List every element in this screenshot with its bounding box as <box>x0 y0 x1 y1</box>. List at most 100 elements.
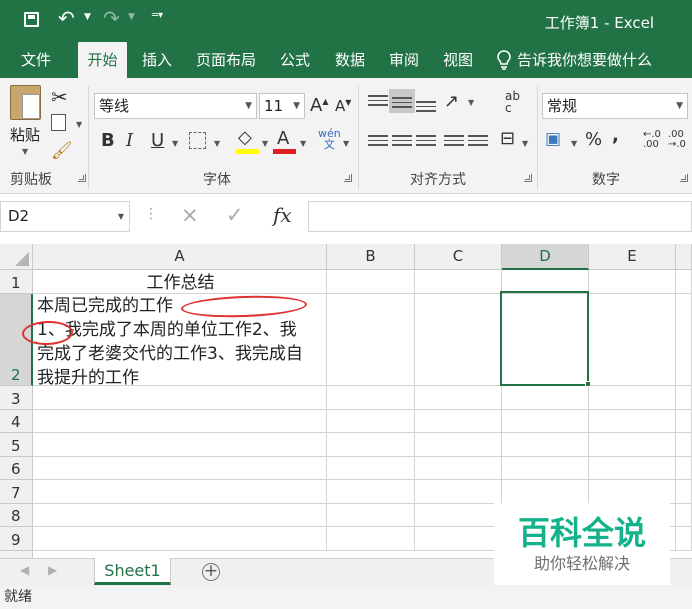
cell-b9[interactable] <box>327 527 415 551</box>
customize-quick-access-icon[interactable]: ═▾ <box>152 10 163 21</box>
underline-button[interactable]: U <box>151 130 164 151</box>
bold-button[interactable]: B <box>101 130 115 151</box>
paste-dropdown-icon[interactable]: ▼ <box>22 147 28 156</box>
cut-icon[interactable]: ✂ <box>51 85 68 109</box>
font-dialog-launcher-icon[interactable] <box>344 174 352 182</box>
cell-d5[interactable] <box>502 433 589 457</box>
cell-b1[interactable] <box>327 270 415 294</box>
decrease-indent-icon[interactable] <box>444 132 464 150</box>
formula-bar-handle-icon[interactable]: ⋮ <box>144 206 158 222</box>
fill-color-dropdown-icon[interactable]: ▼ <box>262 139 268 148</box>
row-header-8[interactable]: 8 <box>0 504 33 527</box>
cell-b7[interactable] <box>327 480 415 504</box>
decrease-font-size-icon[interactable]: A▼ <box>335 97 351 115</box>
cell-c9[interactable] <box>415 527 502 551</box>
cell-e7[interactable] <box>589 480 676 504</box>
redo-dropdown-icon[interactable]: ▼ <box>128 12 135 22</box>
cell-a4[interactable] <box>33 410 327 433</box>
save-icon[interactable] <box>24 12 39 27</box>
cell-f1[interactable] <box>676 270 692 294</box>
tab-formulas[interactable]: 公式 <box>275 42 315 78</box>
column-header-e[interactable]: E <box>589 244 676 270</box>
cell-f9[interactable] <box>676 527 692 551</box>
comma-style-button[interactable]: , <box>612 125 619 146</box>
sheet-tab-sheet1[interactable]: Sheet1 <box>94 558 171 585</box>
cell-e3[interactable] <box>589 386 676 410</box>
tab-data[interactable]: 数据 <box>330 42 370 78</box>
undo-icon[interactable]: ↶ <box>58 6 75 30</box>
cell-c2[interactable] <box>415 294 502 386</box>
decrease-decimal-icon[interactable]: .00 →.0 <box>668 130 686 150</box>
cell-a5[interactable] <box>33 433 327 457</box>
font-color-dropdown-icon[interactable]: ▼ <box>300 139 306 148</box>
cell-b6[interactable] <box>327 457 415 480</box>
undo-dropdown-icon[interactable]: ▼ <box>84 12 91 22</box>
cell-f7[interactable] <box>676 480 692 504</box>
row-header-4[interactable]: 4 <box>0 410 33 433</box>
tab-home[interactable]: 开始 <box>78 42 127 78</box>
cell-f8[interactable] <box>676 504 692 527</box>
cell-d7[interactable] <box>502 480 589 504</box>
cell-f3[interactable] <box>676 386 692 410</box>
fill-color-icon[interactable]: ◇ <box>238 127 252 148</box>
increase-indent-icon[interactable] <box>468 132 488 150</box>
row-header-10[interactable] <box>0 551 33 558</box>
align-left-icon[interactable] <box>368 132 388 150</box>
copy-dropdown-icon[interactable]: ▼ <box>76 120 82 129</box>
increase-decimal-icon[interactable]: ←.0 .00 <box>643 130 661 150</box>
paste-icon[interactable] <box>10 85 41 120</box>
merge-dropdown-icon[interactable]: ▼ <box>522 139 528 148</box>
paste-button-label[interactable]: 粘贴 <box>10 124 40 145</box>
cancel-entry-icon[interactable]: × <box>181 203 199 227</box>
select-all-corner[interactable] <box>0 244 33 270</box>
row-header-9[interactable]: 9 <box>0 527 33 551</box>
orientation-dropdown-icon[interactable]: ▼ <box>468 98 474 107</box>
currency-icon[interactable]: ▣ <box>545 129 561 149</box>
column-header-b[interactable]: B <box>327 244 415 270</box>
lightbulb-icon[interactable] <box>497 50 511 70</box>
row-header-7[interactable]: 7 <box>0 480 33 504</box>
cell-e6[interactable] <box>589 457 676 480</box>
cell-e1[interactable] <box>589 270 676 294</box>
middle-align-icon[interactable] <box>392 94 412 112</box>
tab-view[interactable]: 视图 <box>438 42 478 78</box>
column-header-a[interactable]: A <box>33 244 327 270</box>
number-dialog-launcher-icon[interactable] <box>680 174 688 182</box>
percent-style-button[interactable]: % <box>585 129 602 150</box>
cell-f2[interactable] <box>676 294 692 386</box>
copy-icon[interactable] <box>51 114 66 131</box>
column-header-d[interactable]: D <box>502 244 589 270</box>
bottom-align-icon[interactable] <box>416 98 436 116</box>
currency-dropdown-icon[interactable]: ▼ <box>571 139 577 148</box>
borders-dropdown-icon[interactable]: ▼ <box>214 139 220 148</box>
underline-dropdown-icon[interactable]: ▼ <box>172 139 178 148</box>
cell-c6[interactable] <box>415 457 502 480</box>
font-size-select[interactable]: 11 ▼ <box>259 93 305 119</box>
borders-icon[interactable] <box>189 132 206 149</box>
cell-b5[interactable] <box>327 433 415 457</box>
row-header-6[interactable]: 6 <box>0 457 33 480</box>
cell-d1[interactable] <box>502 270 589 294</box>
cell-b2[interactable] <box>327 294 415 386</box>
orientation-icon[interactable]: ↗ <box>444 91 459 112</box>
tab-page-layout[interactable]: 页面布局 <box>194 42 258 78</box>
cell-d4[interactable] <box>502 410 589 433</box>
align-center-icon[interactable] <box>392 132 412 150</box>
row-header-1[interactable]: 1 <box>0 270 33 294</box>
cell-c8[interactable] <box>415 504 502 527</box>
cell-a9[interactable] <box>33 527 327 551</box>
top-align-icon[interactable] <box>368 92 388 110</box>
cell-e4[interactable] <box>589 410 676 433</box>
italic-button[interactable]: I <box>126 130 133 151</box>
fill-handle[interactable] <box>585 381 591 387</box>
cell-b3[interactable] <box>327 386 415 410</box>
formula-input[interactable] <box>308 201 692 232</box>
previous-sheet-icon[interactable]: ◀ <box>20 563 29 577</box>
cell-e2[interactable] <box>589 294 676 386</box>
cell-c1[interactable] <box>415 270 502 294</box>
cell-c7[interactable] <box>415 480 502 504</box>
tab-file[interactable]: 文件 <box>15 42 57 78</box>
phonetic-dropdown-icon[interactable]: ▼ <box>343 139 349 148</box>
cell-e5[interactable] <box>589 433 676 457</box>
cell-d3[interactable] <box>502 386 589 410</box>
